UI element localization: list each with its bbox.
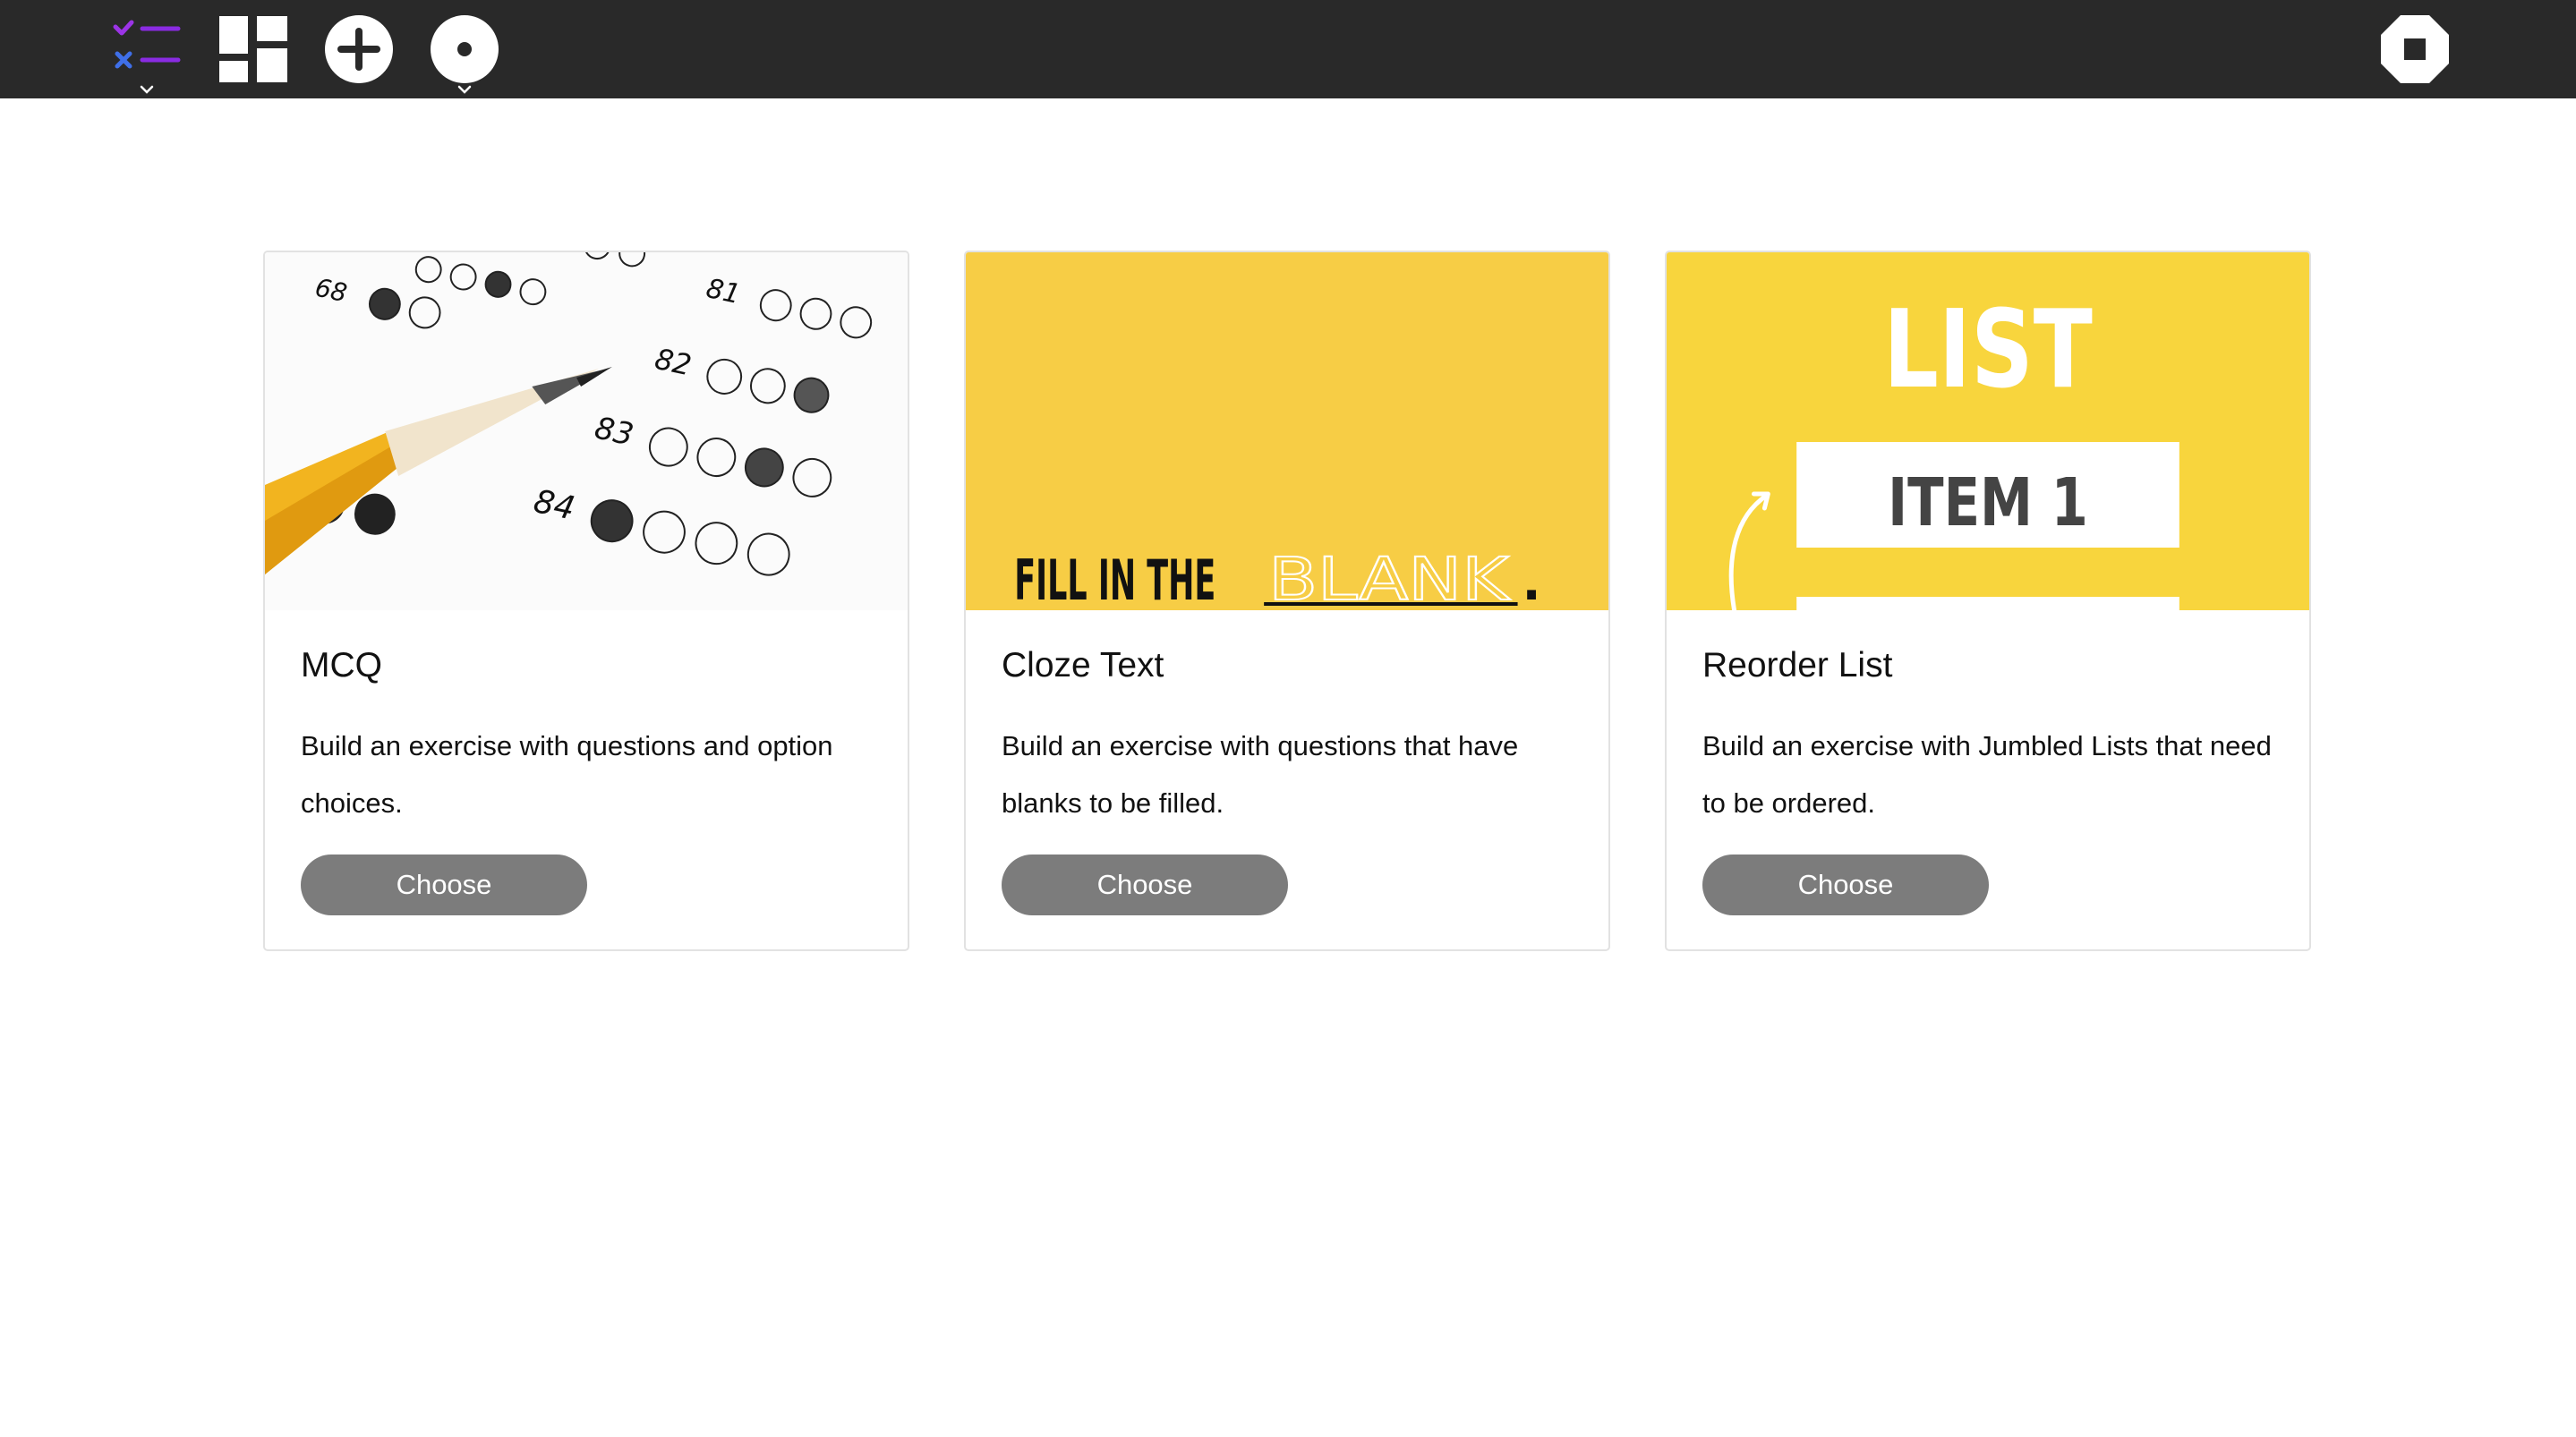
stop-button[interactable] <box>2372 0 2458 98</box>
blank-text: BLANK <box>1268 545 1511 610</box>
mcq-image: 81 82 68 83 84 <box>265 252 908 610</box>
stop-icon <box>2381 15 2449 83</box>
dashboard-button[interactable] <box>215 0 292 98</box>
record-icon <box>431 15 499 83</box>
cloze-image: FILL IN THE BLANK . <box>966 252 1608 610</box>
exercise-card-reorder-list: LIST ITEM 1 Reorder List Build an exerci… <box>1665 251 2311 951</box>
fill-in-the-text: FILL IN THE <box>1014 548 1215 610</box>
top-toolbar <box>0 0 2576 98</box>
list-heading-text: LIST <box>1883 288 2093 412</box>
choose-reorder-list-button[interactable]: Choose <box>1702 855 1989 915</box>
record-menu[interactable] <box>426 0 503 98</box>
card-title: Reorder List <box>1702 646 1893 684</box>
card-description: Build an exercise with questions that ha… <box>1002 730 1519 819</box>
card-title: MCQ <box>301 646 382 684</box>
period-text: . <box>1523 554 1541 610</box>
card-title: Cloze Text <box>1002 646 1164 684</box>
choose-cloze-text-button[interactable]: Choose <box>1002 855 1288 915</box>
dashboard-icon <box>219 16 287 82</box>
reorder-image: LIST ITEM 1 <box>1667 252 2309 610</box>
exercise-card-mcq: 81 82 68 83 84 MCQ Build an exercise wit… <box>263 251 909 951</box>
chevron-down-icon <box>457 85 472 94</box>
chevron-down-icon <box>140 85 154 94</box>
app-logo-menu[interactable] <box>106 0 188 98</box>
card-description: Build an exercise with questions and opt… <box>301 730 833 819</box>
choose-mcq-button[interactable]: Choose <box>301 855 587 915</box>
add-button[interactable] <box>320 0 397 98</box>
item-1-text: ITEM 1 <box>1888 465 2088 541</box>
exercise-card-cloze-text: FILL IN THE BLANK . Cloze Text Build an … <box>964 251 1610 951</box>
add-icon <box>325 15 393 83</box>
card-description: Build an exercise with Jumbled Lists tha… <box>1702 730 2272 819</box>
checklist-logo-icon <box>113 20 181 69</box>
